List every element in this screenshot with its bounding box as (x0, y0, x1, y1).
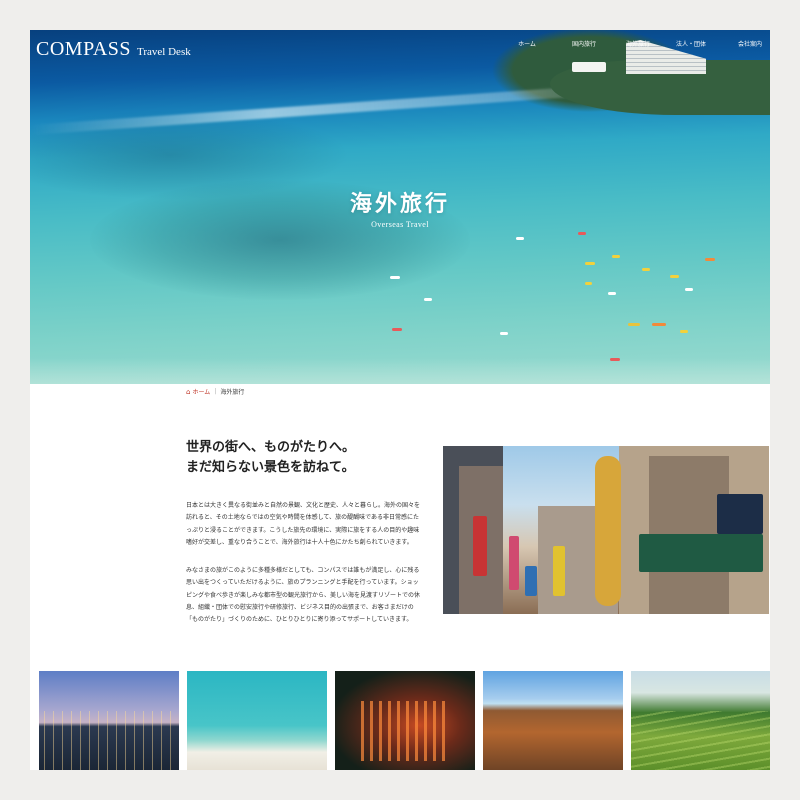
home-icon: ⌂ (186, 387, 191, 396)
nav-item-home[interactable]: ホーム (518, 39, 536, 48)
hero-image: COMPASS Travel Desk ホーム 国内旅行 海外旅行 法人・団体 … (30, 30, 770, 384)
logo-main: COMPASS (36, 38, 132, 60)
site-logo[interactable]: COMPASS Travel Desk (36, 38, 191, 61)
page: COMPASS Travel Desk ホーム 国内旅行 海外旅行 法人・団体 … (30, 30, 770, 770)
nav-item-corporate[interactable]: 法人・団体 (676, 39, 706, 48)
hero-subtitle: Overseas Travel (371, 220, 429, 229)
nav-item-company[interactable]: 会社案内 (738, 39, 762, 48)
breadcrumb: ⌂ ホーム | 海外旅行 (186, 387, 245, 397)
main-nav: ホーム 国内旅行 海外旅行 法人・団体 会社案内 (518, 39, 762, 48)
breadcrumb-current: 海外旅行 (220, 389, 245, 396)
logo-sub: Travel Desk (137, 46, 191, 58)
thumbnail-beach-resort[interactable] (187, 671, 327, 770)
breadcrumb-home-link[interactable]: ホーム (192, 387, 210, 396)
thumbnail-city-night[interactable] (39, 671, 179, 770)
intro-heading-line1: 世界の街へ、ものがたりへ。 (186, 440, 356, 455)
thumbnail-lantern-street[interactable] (335, 671, 475, 770)
breadcrumb-separator: | (214, 388, 217, 395)
intro-heading: 世界の街へ、ものがたりへ。 まだ知らない景色を訪ねて。 (186, 438, 355, 478)
thumbnail-rice-terrace[interactable] (631, 671, 770, 770)
intro-paragraph-1: 日本とは大きく異なる街並みと自然の景観、文化と歴史、人々と暮らし。海外の国々を訪… (186, 502, 421, 546)
street-photo (443, 446, 769, 614)
intro-heading-line2: まだ知らない景色を訪ねて。 (186, 460, 355, 475)
nav-item-domestic[interactable]: 国内旅行 (572, 39, 596, 48)
thumbnail-canyon[interactable] (483, 671, 623, 770)
nav-item-overseas[interactable]: 海外旅行 (626, 39, 650, 48)
hero-title: 海外旅行 (349, 191, 450, 217)
intro-paragraph-2: みなさまの旅がこのように多種多様だとしても、コンパスでは誰もが満足し、心に残る思… (186, 567, 421, 624)
